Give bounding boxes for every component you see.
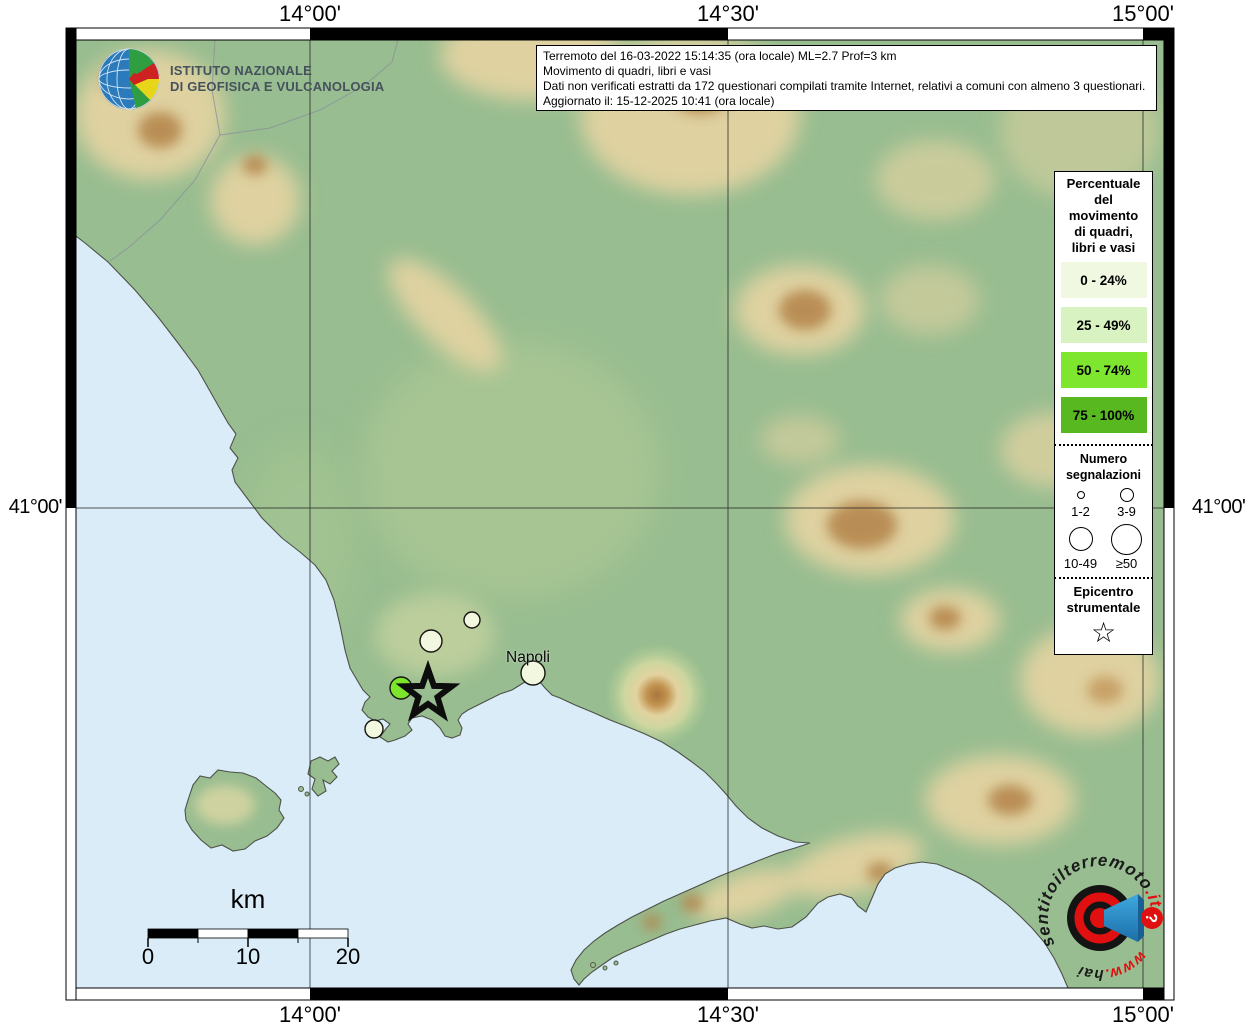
scale-tick-10: 10	[234, 944, 262, 970]
axis-label-bottom-15-00: 15°00'	[1083, 1002, 1203, 1028]
felt-report-marker	[365, 720, 383, 738]
ingv-globe-icon	[98, 48, 160, 110]
city-label-napoli: Napoli	[506, 649, 550, 667]
ingv-name-line2: DI GEOFISICA E VULCANOLOGIA	[170, 79, 384, 95]
legend-swatch-2-label: 50 - 74%	[1076, 363, 1130, 378]
felt-report-marker	[464, 612, 480, 628]
axis-label-top-14-30: 14°30'	[668, 1, 788, 27]
haisentito-map-page: { "header": { "ingv": { "line1": "ISTITU…	[0, 0, 1256, 1024]
svg-text:www.hai: www.hai	[1075, 948, 1150, 983]
count-label-10-49: 10-49	[1064, 556, 1097, 571]
legend-swatch-3: 75 - 100%	[1061, 397, 1147, 433]
legend-count-classes: 1-2 3-9 10-49 ≥50	[1058, 483, 1150, 571]
axis-label-top-14-00: 14°00'	[250, 1, 370, 27]
legend-separator-2	[1054, 577, 1153, 579]
ingv-name-line1: ISTITUTO NAZIONALE	[170, 63, 384, 79]
count-circle-3-9-icon	[1120, 488, 1134, 502]
legend-count-class-4: ≥50	[1105, 523, 1149, 571]
event-updated-line: Aggiornato il: 15-12-2025 10:41 (ora loc…	[543, 94, 1150, 109]
axis-label-bottom-14-30: 14°30'	[668, 1002, 788, 1028]
legend-count-title: Numero segnalazioni	[1066, 451, 1141, 483]
legend-percent-classes: 0 - 24% 25 - 49% 50 - 74% 75 - 100%	[1055, 262, 1152, 442]
count-label-3-9: 3-9	[1117, 504, 1136, 519]
legend-count-class-2: 3-9	[1105, 487, 1149, 519]
epicenter-star-icon: ☆	[1091, 618, 1116, 648]
count-circle-50plus-icon	[1111, 524, 1142, 555]
legend-separator-1	[1054, 444, 1153, 446]
count-circle-10-49-icon	[1069, 527, 1093, 551]
event-summary-line: Terremoto del 16-03-2022 15:14:35 (ora l…	[543, 49, 1150, 64]
axis-label-right-41-00: 41°00'	[1192, 496, 1256, 519]
watermark-hai: hai	[1075, 962, 1104, 983]
axis-label-top-15-00: 15°00'	[1083, 1, 1203, 27]
count-label-1-2: 1-2	[1071, 504, 1090, 519]
count-circle-1-2-icon	[1077, 491, 1085, 499]
scale-unit-label: km	[218, 884, 278, 915]
legend-epicenter-title: Epicentro strumentale	[1067, 584, 1141, 616]
scale-tick-0: 0	[136, 944, 160, 970]
legend-panel: Percentuale del movimento di quadri, lib…	[1054, 171, 1153, 655]
event-disclaimer-line: Dati non verificati estratti da 172 ques…	[543, 79, 1150, 94]
legend-percent-title: Percentuale del movimento di quadri, lib…	[1067, 176, 1141, 256]
legend-count-class-3: 10-49	[1059, 523, 1103, 571]
axis-label-left-41-00: 41°00'	[0, 496, 62, 519]
axis-label-bottom-14-00: 14°00'	[250, 1002, 370, 1028]
legend-swatch-0-label: 0 - 24%	[1080, 273, 1127, 288]
legend-swatch-1-label: 25 - 49%	[1076, 318, 1130, 333]
question-mark: ?	[1142, 912, 1160, 923]
event-effects-line: Movimento di quadri, libri e vasi	[543, 64, 1150, 79]
legend-swatch-3-label: 75 - 100%	[1073, 408, 1135, 423]
felt-report-marker	[420, 630, 442, 652]
legend-swatch-2: 50 - 74%	[1061, 352, 1147, 388]
legend-swatch-0: 0 - 24%	[1061, 262, 1147, 298]
legend-swatch-1: 25 - 49%	[1061, 307, 1147, 343]
count-label-50plus: ≥50	[1116, 556, 1138, 571]
ingv-logo: ISTITUTO NAZIONALE DI GEOFISICA E VULCAN…	[98, 46, 428, 112]
legend-count-class-1: 1-2	[1059, 487, 1103, 519]
haisentito-watermark-logo: sentitoilterremoto.it www.hai ?	[1028, 848, 1178, 998]
scale-tick-20: 20	[334, 944, 362, 970]
watermark-www: www.	[1103, 948, 1150, 983]
event-info-box: Terremoto del 16-03-2022 15:14:35 (ora l…	[536, 45, 1157, 111]
